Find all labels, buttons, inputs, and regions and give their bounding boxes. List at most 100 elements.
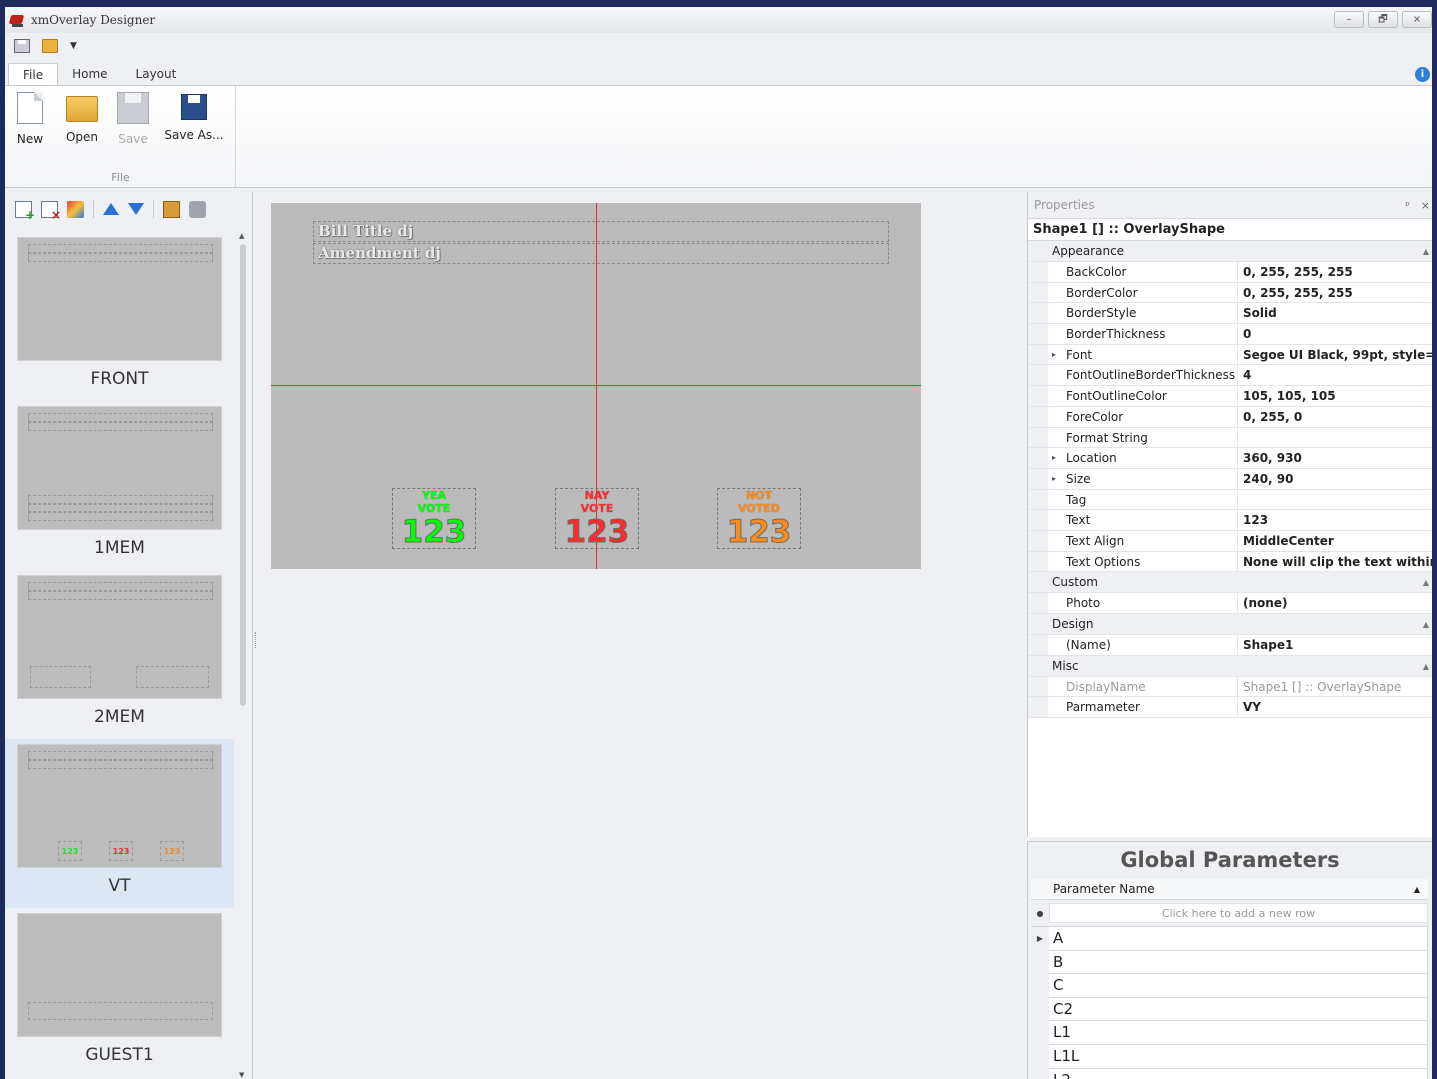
- parameter-row[interactable]: B: [1031, 950, 1428, 975]
- overlay-canvas[interactable]: Bill Title dj Amendment dj YEA VOTE 123 …: [271, 203, 921, 569]
- pin-icon[interactable]: ᵖ: [1405, 192, 1410, 219]
- restore-button[interactable]: 🗗: [1368, 11, 1398, 28]
- move-up-icon[interactable]: [103, 203, 119, 215]
- property-row[interactable]: Text 123: [1028, 510, 1432, 531]
- property-value[interactable]: Solid: [1238, 303, 1432, 323]
- tab-home[interactable]: Home: [58, 63, 121, 85]
- parameter-name-cell[interactable]: L1L: [1049, 1044, 1428, 1069]
- property-row[interactable]: BorderColor 0, 255, 255, 255: [1028, 282, 1432, 304]
- splitter-grip[interactable]: [255, 632, 258, 648]
- page-item-2mem[interactable]: 2MEM: [5, 570, 234, 739]
- property-value[interactable]: [1238, 490, 1432, 510]
- property-value[interactable]: Shape1: [1238, 635, 1432, 655]
- page-item-front[interactable]: FRONT: [5, 232, 234, 401]
- parameter-name-cell[interactable]: C: [1049, 974, 1428, 998]
- property-row[interactable]: Text Options None will clip the text with…: [1028, 551, 1432, 573]
- property-row[interactable]: DisplayName Shape1 [] :: OverlayShape: [1028, 676, 1432, 698]
- nay-vote-shape[interactable]: NAY VOTE 123: [555, 488, 639, 550]
- scrollbar-thumb[interactable]: [240, 244, 246, 706]
- parameter-name-cell[interactable]: B: [1049, 950, 1428, 975]
- property-row[interactable]: FontOutlineColor 105, 105, 105: [1028, 386, 1432, 407]
- property-value[interactable]: 360, 930: [1238, 448, 1432, 468]
- pages-scrollbar[interactable]: ▲ ▼: [238, 232, 248, 1079]
- tab-layout[interactable]: Layout: [122, 63, 191, 85]
- info-icon[interactable]: i: [1415, 67, 1430, 82]
- property-value[interactable]: 105, 105, 105: [1238, 386, 1432, 406]
- property-row[interactable]: (Name) Shape1: [1028, 635, 1432, 656]
- yea-vote-shape[interactable]: YEA VOTE 123: [392, 488, 476, 550]
- format-painter-icon[interactable]: [67, 200, 84, 218]
- expand-icon[interactable]: ▸: [1052, 345, 1056, 365]
- property-value[interactable]: 4: [1238, 365, 1432, 385]
- selected-object-name[interactable]: Shape1 [] :: OverlayShape: [1028, 219, 1432, 241]
- category-custom[interactable]: Custom ▲: [1028, 572, 1432, 594]
- expand-icon[interactable]: ▸: [1052, 448, 1056, 468]
- property-row[interactable]: BorderThickness 0: [1028, 324, 1432, 345]
- collapse-icon[interactable]: ▲: [1423, 656, 1429, 677]
- parameter-row[interactable]: L1L: [1031, 1044, 1428, 1069]
- page-image-icon[interactable]: [163, 200, 180, 218]
- collapse-icon[interactable]: ▲: [1423, 241, 1429, 262]
- property-row[interactable]: ▸ Size 240, 90: [1028, 468, 1432, 490]
- quick-save-icon[interactable]: [14, 39, 30, 53]
- parameter-row[interactable]: L1: [1031, 1021, 1428, 1045]
- minimize-button[interactable]: –: [1334, 11, 1364, 28]
- property-value[interactable]: 0, 255, 255, 255: [1238, 262, 1432, 282]
- property-value[interactable]: Shape1 [] :: OverlayShape: [1238, 677, 1432, 697]
- property-value[interactable]: 123: [1238, 510, 1432, 530]
- category-appearance[interactable]: Appearance ▲: [1028, 241, 1432, 262]
- property-row[interactable]: BackColor 0, 255, 255, 255: [1028, 262, 1432, 283]
- property-value[interactable]: 240, 90: [1238, 469, 1432, 489]
- parameter-name-cell[interactable]: L1: [1049, 1021, 1428, 1045]
- property-row[interactable]: FontOutlineBorderThickness 4: [1028, 365, 1432, 387]
- page-item-vt[interactable]: 123 123 123 VT: [5, 739, 234, 908]
- property-value[interactable]: [1238, 428, 1432, 448]
- amendment-shape[interactable]: Amendment dj: [313, 243, 889, 264]
- page-item-guest1[interactable]: GUEST1: [5, 908, 234, 1077]
- property-value[interactable]: Segoe UI Black, 99pt, style=...: [1238, 345, 1432, 365]
- parameter-row[interactable]: L2: [1031, 1068, 1428, 1079]
- close-button[interactable]: ×: [1402, 11, 1432, 28]
- property-row[interactable]: Photo (none): [1028, 593, 1432, 614]
- collapse-icon[interactable]: ▲: [1423, 572, 1429, 593]
- property-row[interactable]: Format String: [1028, 427, 1432, 449]
- move-down-icon[interactable]: [128, 203, 144, 215]
- parameter-name-cell[interactable]: A: [1049, 927, 1428, 951]
- expand-icon[interactable]: ▸: [1052, 469, 1056, 489]
- property-row[interactable]: BorderStyle Solid: [1028, 303, 1432, 325]
- close-icon[interactable]: ×: [1421, 192, 1430, 219]
- tab-file[interactable]: File: [8, 63, 59, 85]
- page-item-1mem[interactable]: 1MEM: [5, 401, 234, 570]
- parameter-row[interactable]: ▶ A: [1031, 927, 1428, 951]
- open-button[interactable]: Open: [57, 92, 107, 144]
- property-value[interactable]: 0, 255, 0: [1238, 407, 1432, 427]
- customize-dropdown-icon[interactable]: ▼: [70, 41, 80, 51]
- bill-title-shape[interactable]: Bill Title dj: [313, 221, 889, 242]
- category-misc[interactable]: Misc ▲: [1028, 655, 1432, 677]
- property-value[interactable]: 0, 255, 255, 255: [1238, 283, 1432, 303]
- property-value[interactable]: MiddleCenter: [1238, 531, 1432, 551]
- save-as-button[interactable]: Save As...: [160, 92, 228, 142]
- property-row[interactable]: ▸ Location 360, 930: [1028, 448, 1432, 469]
- not-voted-shape[interactable]: NOT VOTED 123: [717, 488, 801, 550]
- save-button[interactable]: Save: [108, 92, 158, 146]
- parameter-name-column[interactable]: Parameter Name ▲: [1049, 879, 1428, 899]
- property-value[interactable]: 0: [1238, 324, 1432, 344]
- parameter-row[interactable]: C2: [1031, 997, 1428, 1022]
- parameter-row[interactable]: C: [1031, 974, 1428, 998]
- property-row[interactable]: Text Align MiddleCenter: [1028, 530, 1432, 552]
- delete-page-icon[interactable]: [41, 200, 61, 222]
- new-row[interactable]: ● Click here to add a new row: [1031, 900, 1428, 927]
- property-row[interactable]: ForeColor 0, 255, 0: [1028, 406, 1432, 428]
- add-page-icon[interactable]: [15, 200, 35, 222]
- property-value[interactable]: VY: [1238, 697, 1432, 717]
- parameter-name-cell[interactable]: L2: [1049, 1068, 1428, 1079]
- property-value[interactable]: None will clip the text within ...: [1238, 552, 1432, 572]
- collapse-icon[interactable]: ▲: [1423, 614, 1429, 635]
- page-settings-icon[interactable]: [189, 200, 206, 218]
- new-row-cell[interactable]: Click here to add a new row: [1049, 903, 1428, 923]
- property-row[interactable]: Parmameter VY: [1028, 697, 1432, 719]
- category-design[interactable]: Design ▲: [1028, 614, 1432, 635]
- parameter-name-cell[interactable]: C2: [1049, 997, 1428, 1022]
- quick-open-icon[interactable]: [42, 39, 58, 53]
